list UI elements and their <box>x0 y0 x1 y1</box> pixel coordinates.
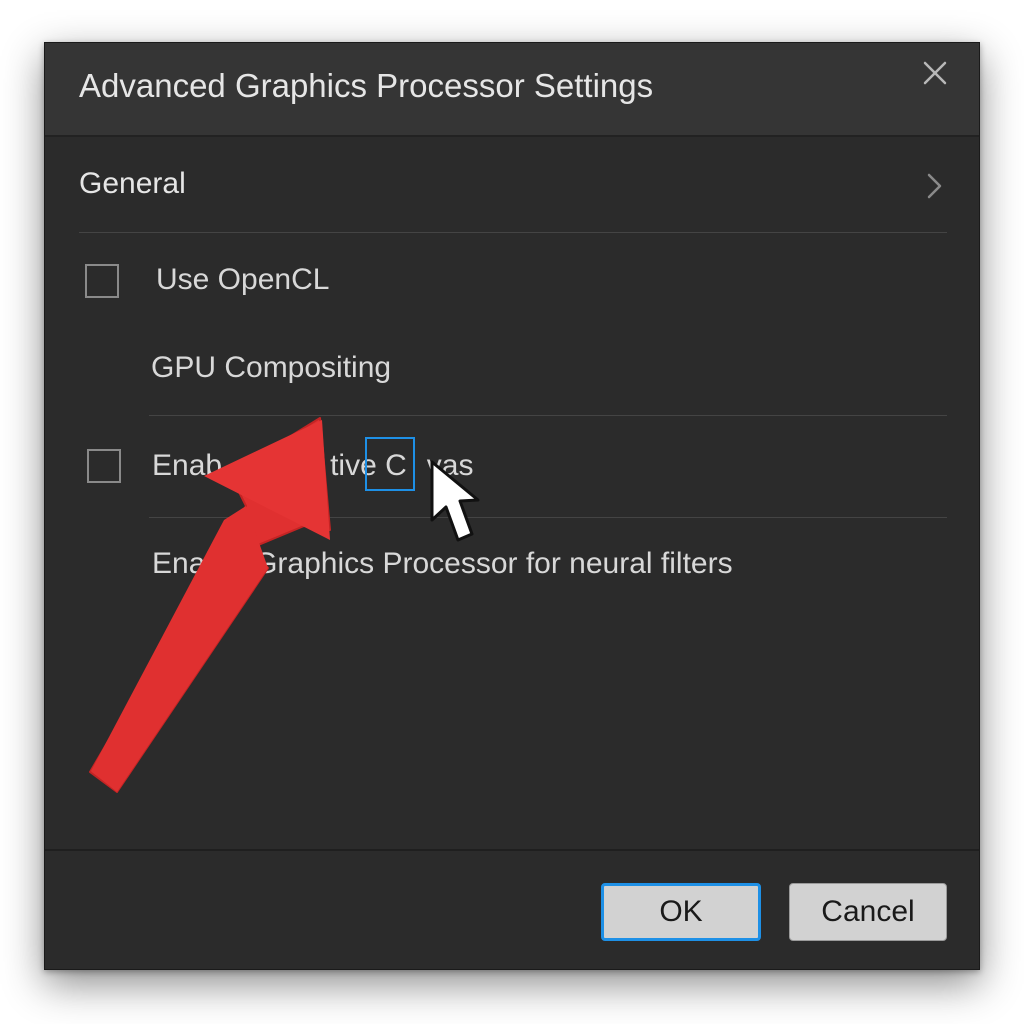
page: Advanced Graphics Processor Settings Gen… <box>0 0 1024 1024</box>
chevron-right-icon <box>927 173 942 199</box>
label-fragment: Enab <box>152 547 223 580</box>
section-title: General <box>79 167 186 200</box>
focus-indicator <box>365 437 415 491</box>
dialog-titlebar: Advanced Graphics Processor Settings <box>45 43 979 137</box>
dialog-title: Advanced Graphics Processor Settings <box>79 67 654 104</box>
enable-native-canvas-label: Enab tive Cvas <box>152 449 473 483</box>
use-opencl-label: Use OpenCL <box>156 263 330 296</box>
divider <box>149 517 947 518</box>
label-fragment: vas <box>426 449 474 482</box>
enable-native-canvas-checkbox[interactable] <box>87 449 121 483</box>
divider <box>79 232 947 233</box>
label-fragment: Enab <box>152 449 223 482</box>
divider <box>149 415 947 416</box>
use-opencl-checkbox[interactable] <box>85 264 119 298</box>
label-fragment: Graphics Processor for neural filters <box>254 547 733 580</box>
section-general-header[interactable]: General <box>45 139 979 233</box>
close-icon <box>923 61 947 85</box>
dialog-footer: OK Cancel <box>45 849 979 969</box>
cancel-button[interactable]: Cancel <box>789 883 947 941</box>
ok-button[interactable]: OK <box>601 883 761 941</box>
neural-filters-label: Enab Graphics Processor for neural filter… <box>152 547 733 581</box>
close-button[interactable] <box>917 55 953 91</box>
gpu-compositing-label: GPU Compositing <box>151 351 392 384</box>
settings-dialog: Advanced Graphics Processor Settings Gen… <box>44 42 980 970</box>
